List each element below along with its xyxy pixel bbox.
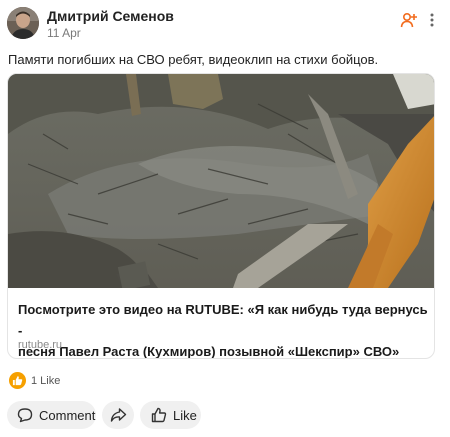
post-header: Дмитрий Семенов 11 Apr xyxy=(7,7,443,41)
avatar-image xyxy=(7,7,39,39)
thumbs-up-outline-icon xyxy=(151,407,167,423)
comment-icon xyxy=(17,408,33,423)
like-button[interactable]: Like xyxy=(140,401,201,429)
comment-label: Comment xyxy=(39,407,96,423)
author-avatar[interactable] xyxy=(7,7,39,39)
video-thumbnail[interactable] xyxy=(8,74,435,288)
share-button[interactable] xyxy=(102,401,134,429)
post-text: Памяти погибших на СВО ребят, видеоклип … xyxy=(8,52,379,67)
thumbs-up-icon xyxy=(9,372,26,389)
link-title-line-1: Посмотрите это видео на RUTUBE: «Я как н… xyxy=(18,302,428,338)
post-date[interactable]: 11 Apr xyxy=(47,26,81,40)
link-domain: rutube.ru xyxy=(18,339,63,351)
link-preview-card[interactable]: Посмотрите это видео на RUTUBE: «Я как н… xyxy=(7,73,435,359)
comment-button[interactable]: Comment xyxy=(7,401,96,429)
add-friend-icon[interactable] xyxy=(400,11,418,29)
link-title-line-2: песня Павел Раста (Кухмиров) позывной «Ш… xyxy=(18,344,400,359)
like-label: Like xyxy=(173,407,197,423)
share-icon xyxy=(110,408,126,422)
more-vertical-icon[interactable] xyxy=(427,11,437,29)
likes-count: 1 Like xyxy=(31,375,61,387)
link-title[interactable]: Посмотрите это видео на RUTUBE: «Я как н… xyxy=(18,299,428,359)
author-name[interactable]: Дмитрий Семенов xyxy=(47,8,174,24)
